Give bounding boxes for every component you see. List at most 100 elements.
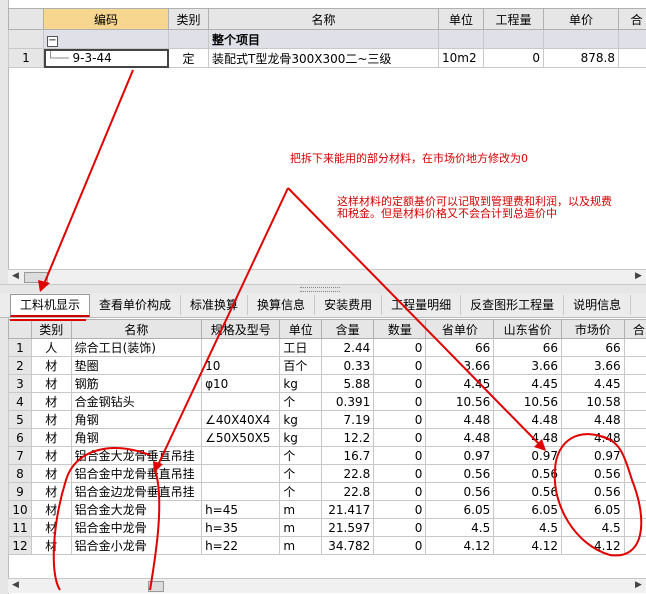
type-cell[interactable]: 定 — [168, 48, 209, 68]
qty-cell[interactable]: 0 — [373, 374, 427, 393]
market-price-cell[interactable]: 4.5 — [561, 518, 625, 537]
content-cell[interactable]: 0.33 — [321, 356, 375, 375]
col-header-name[interactable]: 名称 — [70, 319, 203, 339]
total-cell[interactable] — [623, 410, 646, 429]
prov-price-cell[interactable]: 4.48 — [425, 410, 495, 429]
total-cell[interactable] — [623, 374, 646, 393]
content-cell[interactable]: 34.782 — [321, 536, 375, 555]
unit-cell[interactable]: 个 — [279, 482, 323, 501]
market-price-cell[interactable]: 0.56 — [561, 464, 625, 483]
total-cell[interactable] — [623, 446, 646, 465]
table-row[interactable]: 2 材垫圈 10 百个 0.33 0 3.66 3.66 3.66 — [8, 356, 646, 375]
prov-price-cell[interactable]: 0.97 — [425, 446, 495, 465]
qty-cell[interactable]: 0 — [373, 356, 427, 375]
price-cell[interactable]: 878.8 — [543, 48, 619, 68]
prov-price-cell[interactable]: 4.12 — [425, 536, 495, 555]
market-price-cell[interactable]: 66 — [561, 338, 625, 357]
col-header-qty[interactable]: 数量 — [373, 319, 427, 339]
col-header-name[interactable]: 名称 — [208, 8, 439, 30]
spec-cell[interactable]: ∠40X40X4 — [201, 410, 281, 429]
spec-cell[interactable] — [201, 392, 281, 411]
market-price-cell[interactable]: 4.12 — [561, 536, 625, 555]
name-cell[interactable]: 角钢 — [70, 428, 203, 447]
sd-price-cell[interactable]: 4.48 — [493, 428, 563, 447]
sd-price-cell[interactable]: 0.97 — [493, 446, 563, 465]
tab-material-display[interactable]: 工料机显示 — [10, 293, 91, 317]
total-cell[interactable] — [623, 338, 646, 357]
table-row[interactable]: 9 材铝合金边龙骨垂直吊挂个 22.8 0 0.56 0.56 0.56 — [8, 482, 646, 501]
type-cell[interactable]: 人 — [30, 338, 72, 357]
spec-cell[interactable] — [201, 446, 281, 465]
name-cell[interactable]: 钢筋 — [70, 374, 203, 393]
spec-cell[interactable]: 10 — [201, 356, 281, 375]
qty-cell[interactable]: 0 — [373, 446, 427, 465]
type-cell[interactable]: 材 — [30, 446, 72, 465]
upper-horizontal-scrollbar[interactable]: ◀ ▶ — [8, 269, 646, 284]
lower-horizontal-scrollbar[interactable]: ◀ ▶ — [8, 578, 646, 593]
col-header-total[interactable]: 合 — [623, 319, 646, 339]
qty-cell[interactable]: 0 — [483, 48, 544, 68]
prov-price-cell[interactable]: 4.48 — [425, 428, 495, 447]
market-price-cell[interactable]: 4.45 — [561, 374, 625, 393]
scroll-thumb[interactable] — [148, 581, 164, 592]
total-cell[interactable] — [623, 482, 646, 501]
table-row[interactable]: 3 材钢筋 φ10 kg 5.88 0 4.45 4.45 4.45 — [8, 374, 646, 393]
scroll-thumb[interactable] — [24, 272, 48, 283]
total-cell[interactable] — [623, 428, 646, 447]
unit-cell[interactable]: 工日 — [279, 338, 323, 357]
market-price-cell[interactable]: 0.97 — [561, 446, 625, 465]
content-cell[interactable]: 21.597 — [321, 518, 375, 537]
total-cell[interactable] — [623, 356, 646, 375]
qty-cell[interactable]: 0 — [373, 482, 427, 501]
table-row[interactable]: 7 材铝合金大龙骨垂直吊挂个 16.7 0 0.97 0.97 0.97 — [8, 446, 646, 465]
qty-cell[interactable]: 0 — [373, 410, 427, 429]
unit-cell[interactable]: 10m2 — [438, 48, 484, 68]
col-header-spec[interactable]: 规格及型号 — [201, 319, 281, 339]
col-header-content[interactable]: 含量 — [321, 319, 375, 339]
spec-cell[interactable]: h=22 — [201, 536, 281, 555]
table-row[interactable]: 12 材铝合金小龙骨 h=22 m 34.782 0 4.12 4.12 4.12 — [8, 536, 646, 555]
col-header-type[interactable]: 类别 — [168, 8, 209, 30]
qty-cell[interactable]: 0 — [373, 518, 427, 537]
content-cell[interactable]: 12.2 — [321, 428, 375, 447]
name-cell[interactable]: 铝合金大龙骨 — [70, 500, 203, 519]
table-row[interactable]: 11 材铝合金中龙骨 h=35 m 21.597 0 4.5 4.5 4.5 — [8, 518, 646, 537]
prov-price-cell[interactable]: 66 — [425, 338, 495, 357]
content-cell[interactable]: 22.8 — [321, 464, 375, 483]
table-row[interactable]: 1 └── 9-3-44 定 装配式T型龙骨300X300二~三级 10m2 0… — [8, 48, 646, 68]
sd-price-cell[interactable]: 4.48 — [493, 410, 563, 429]
code-cell[interactable]: └── 9-3-44 — [43, 48, 169, 68]
spec-cell[interactable]: ∠50X50X5 — [201, 428, 281, 447]
prov-price-cell[interactable]: 0.56 — [425, 464, 495, 483]
tab-reverse-lookup[interactable]: 反查图形工程量 — [461, 295, 565, 315]
type-cell[interactable]: 材 — [30, 374, 72, 393]
total-cell[interactable] — [623, 536, 646, 555]
content-cell[interactable]: 2.44 — [321, 338, 375, 357]
tab-conversion-info[interactable]: 换算信息 — [248, 295, 316, 315]
col-header-type[interactable]: 类别 — [30, 319, 72, 339]
unit-cell[interactable]: 个 — [279, 464, 323, 483]
name-cell[interactable]: 铝合金大龙骨垂直吊挂 — [70, 446, 203, 465]
col-header-price[interactable]: 单价 — [543, 8, 619, 30]
content-cell[interactable]: 5.88 — [321, 374, 375, 393]
total-cell[interactable] — [623, 518, 646, 537]
market-price-cell[interactable]: 6.05 — [561, 500, 625, 519]
spec-cell[interactable] — [201, 338, 281, 357]
type-cell[interactable]: 材 — [30, 500, 72, 519]
content-cell[interactable]: 16.7 — [321, 446, 375, 465]
spec-cell[interactable] — [201, 482, 281, 501]
table-row[interactable]: 8 材铝合金中龙骨垂直吊挂个 22.8 0 0.56 0.56 0.56 — [8, 464, 646, 483]
name-cell[interactable]: 铝合金小龙骨 — [70, 536, 203, 555]
unit-cell[interactable]: kg — [279, 410, 323, 429]
type-cell[interactable]: 材 — [30, 464, 72, 483]
content-cell[interactable]: 21.417 — [321, 500, 375, 519]
market-price-cell[interactable]: 4.48 — [561, 428, 625, 447]
qty-cell[interactable]: 0 — [373, 428, 427, 447]
name-cell[interactable]: 铝合金边龙骨垂直吊挂 — [70, 482, 203, 501]
prov-price-cell[interactable]: 10.56 — [425, 392, 495, 411]
unit-cell[interactable]: 个 — [279, 446, 323, 465]
qty-cell[interactable]: 0 — [373, 338, 427, 357]
table-row[interactable]: 4 材合金钢钻头个 0.391 0 10.56 10.56 10.58 — [8, 392, 646, 411]
market-price-cell[interactable]: 0.56 — [561, 482, 625, 501]
name-cell[interactable]: 角钢 — [70, 410, 203, 429]
